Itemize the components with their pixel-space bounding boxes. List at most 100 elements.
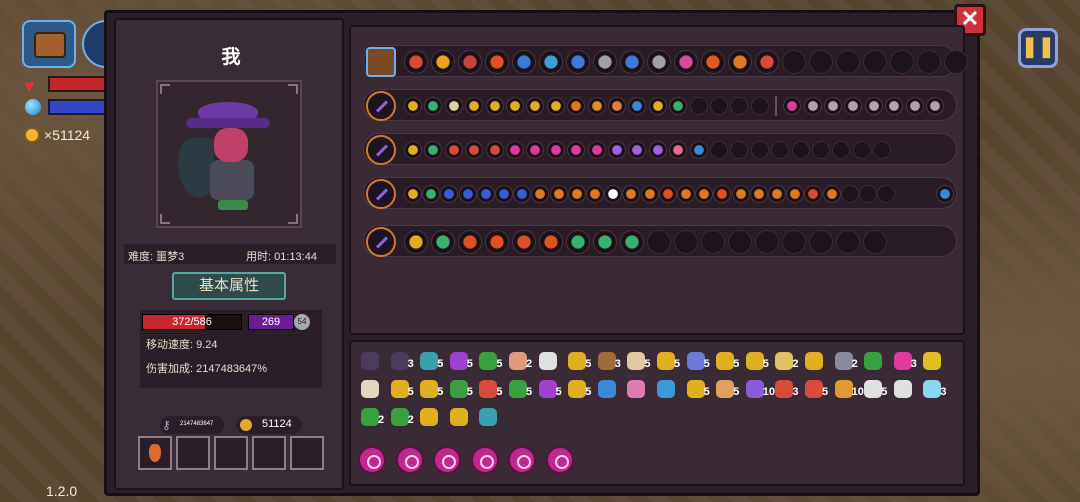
- inventory-item[interactable]: 5: [744, 350, 769, 372]
- inventory-item[interactable]: 5: [862, 378, 887, 400]
- chest-icon[interactable]: [366, 47, 396, 77]
- mod-icon[interactable]: [526, 97, 545, 115]
- inventory-item[interactable]: 3: [892, 350, 917, 372]
- inventory-item[interactable]: 5: [685, 350, 710, 372]
- mod-icon[interactable]: [728, 50, 752, 74]
- mod-icon[interactable]: [669, 97, 688, 115]
- mod-icon[interactable]: [701, 50, 725, 74]
- weapon-icon[interactable]: [366, 135, 396, 165]
- mod-icon[interactable]: [640, 185, 659, 203]
- mod-icon[interactable]: [495, 185, 513, 203]
- mod-icon[interactable]: [622, 185, 641, 203]
- mod-icon[interactable]: [506, 97, 524, 115]
- consumable-slot[interactable]: [138, 436, 172, 470]
- inventory-item[interactable]: 2: [359, 406, 384, 428]
- mod-icon[interactable]: [824, 97, 842, 115]
- mod-icon[interactable]: [546, 141, 565, 159]
- mod-icon[interactable]: [444, 97, 463, 115]
- mod-icon[interactable]: [431, 230, 455, 254]
- mod-icon[interactable]: [593, 50, 617, 74]
- weapon-icon[interactable]: [366, 227, 396, 257]
- mod-icon[interactable]: [608, 141, 626, 159]
- inventory-item[interactable]: 5: [714, 378, 739, 400]
- inventory-item[interactable]: [803, 350, 825, 372]
- mod-icon[interactable]: [689, 141, 708, 159]
- mod-icon[interactable]: [444, 141, 463, 159]
- mod-icon[interactable]: [669, 141, 688, 159]
- mod-icon[interactable]: [404, 50, 428, 74]
- inventory-item[interactable]: [448, 406, 470, 428]
- inventory-item[interactable]: 5: [685, 378, 710, 400]
- mod-icon[interactable]: [526, 141, 545, 159]
- mod-icon[interactable]: [731, 185, 750, 203]
- mod-icon[interactable]: [404, 230, 428, 254]
- rune-icon[interactable]: [545, 446, 574, 474]
- inventory-item[interactable]: 3: [773, 378, 799, 400]
- consumable-slot[interactable]: [214, 436, 248, 470]
- inventory-item[interactable]: [596, 378, 618, 400]
- inventory-item[interactable]: [625, 378, 647, 400]
- mod-icon[interactable]: [905, 97, 924, 115]
- inventory-item[interactable]: 5: [714, 350, 739, 372]
- mod-icon[interactable]: [424, 141, 443, 159]
- mod-icon[interactable]: [628, 97, 647, 115]
- inventory-item[interactable]: 2: [389, 406, 414, 428]
- mod-icon[interactable]: [485, 141, 504, 159]
- mod-icon[interactable]: [404, 185, 422, 203]
- mod-icon[interactable]: [465, 141, 484, 159]
- rune-icon[interactable]: [358, 446, 386, 474]
- mod-icon[interactable]: [593, 230, 617, 254]
- inventory-item[interactable]: 5: [625, 350, 651, 372]
- mod-icon[interactable]: [677, 185, 695, 203]
- inventory-item[interactable]: 5: [655, 350, 680, 372]
- mod-icon[interactable]: [546, 97, 565, 115]
- mod-icon[interactable]: [458, 230, 482, 254]
- weapon-icon[interactable]: [366, 91, 396, 121]
- mod-icon[interactable]: [926, 97, 944, 115]
- mod-icon[interactable]: [512, 50, 536, 74]
- mod-icon[interactable]: [620, 50, 644, 74]
- mod-icon[interactable]: [458, 50, 482, 74]
- mod-icon[interactable]: [804, 185, 823, 203]
- mod-icon[interactable]: [587, 97, 606, 115]
- mod-icon[interactable]: [567, 97, 586, 115]
- mod-icon[interactable]: [674, 50, 698, 74]
- inventory-item[interactable]: 5: [418, 378, 443, 400]
- rune-icon[interactable]: [508, 446, 536, 474]
- inventory-item[interactable]: 5: [389, 378, 414, 400]
- mod-icon[interactable]: [567, 185, 586, 203]
- inventory-item[interactable]: 5: [537, 378, 562, 400]
- inventory-item[interactable]: [418, 406, 440, 428]
- consumable-slot[interactable]: [290, 436, 324, 470]
- mod-icon[interactable]: [485, 97, 504, 115]
- mod-icon[interactable]: [485, 230, 509, 254]
- mod-icon[interactable]: [786, 185, 805, 203]
- inventory-item[interactable]: 3: [921, 378, 947, 400]
- mod-icon[interactable]: [783, 97, 802, 115]
- mod-icon[interactable]: [864, 97, 883, 115]
- mod-icon[interactable]: [620, 230, 644, 254]
- inventory-item[interactable]: 5: [477, 350, 503, 372]
- rune-icon[interactable]: [395, 446, 424, 474]
- mod-icon[interactable]: [604, 185, 623, 203]
- inventory-item[interactable]: 10: [833, 378, 864, 400]
- inventory-item[interactable]: 5: [448, 350, 473, 372]
- mod-icon[interactable]: [513, 185, 532, 203]
- mod-icon[interactable]: [424, 97, 443, 115]
- inventory-item[interactable]: [921, 350, 943, 372]
- mod-icon[interactable]: [768, 185, 786, 203]
- mod-icon[interactable]: [628, 141, 647, 159]
- inventory-item[interactable]: 5: [477, 378, 503, 400]
- mod-icon[interactable]: [539, 50, 563, 74]
- inventory-item[interactable]: 5: [803, 378, 828, 400]
- mod-icon[interactable]: [431, 50, 455, 74]
- mod-icon[interactable]: [531, 185, 550, 203]
- inventory-item[interactable]: 3: [596, 350, 621, 372]
- mod-icon[interactable]: [885, 97, 904, 115]
- inventory-item[interactable]: 2: [833, 350, 858, 372]
- inventory-item[interactable]: [359, 378, 381, 400]
- mod-icon[interactable]: [465, 97, 484, 115]
- mod-icon[interactable]: [755, 50, 779, 74]
- chest-icon[interactable]: [22, 20, 76, 68]
- mod-icon[interactable]: [648, 97, 667, 115]
